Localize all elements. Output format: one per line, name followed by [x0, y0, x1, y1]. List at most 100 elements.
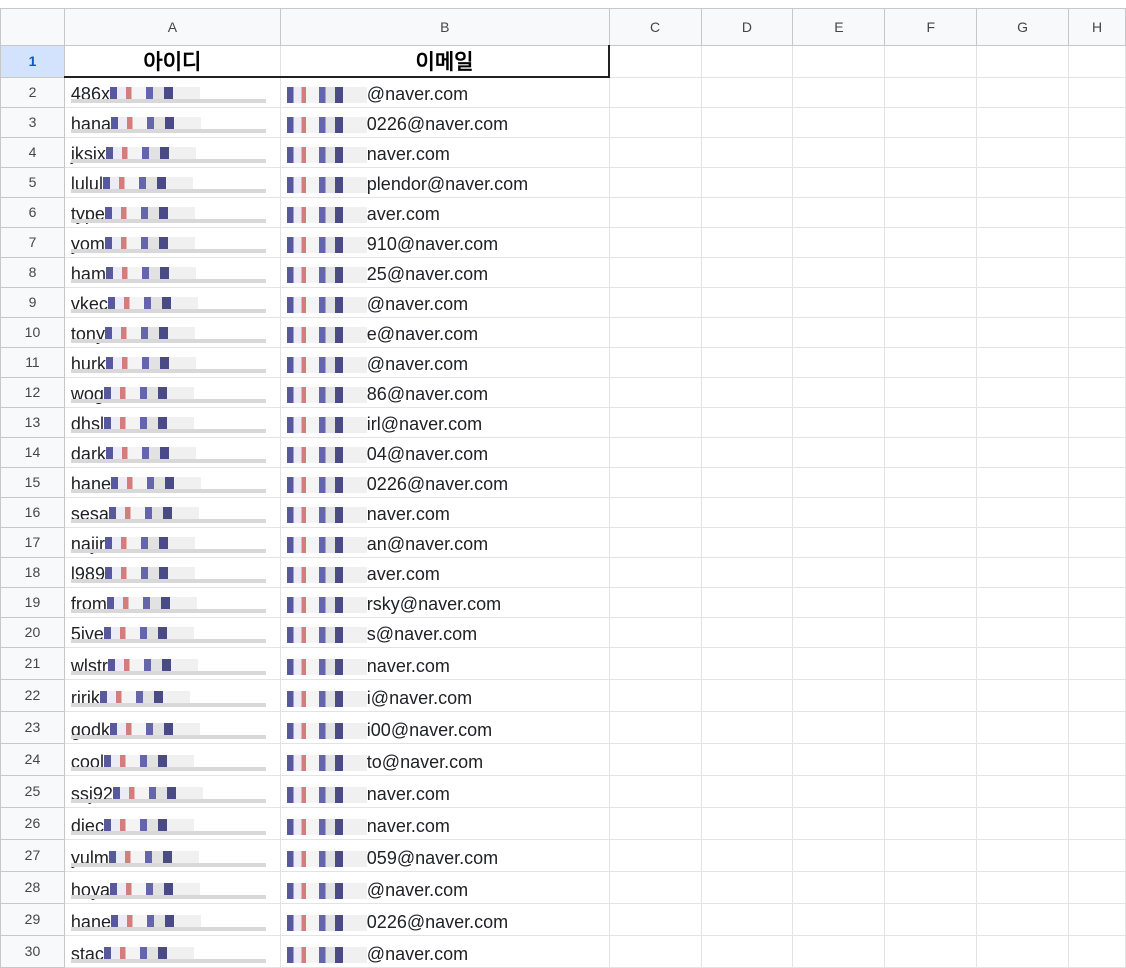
cell[interactable]	[976, 76, 1070, 108]
cell[interactable]	[608, 586, 702, 618]
id-cell[interactable]: hurk	[63, 346, 281, 378]
cell[interactable]	[1068, 586, 1126, 618]
id-cell[interactable]: cool	[63, 742, 281, 776]
row-header[interactable]: 26	[0, 806, 65, 840]
cell[interactable]	[976, 646, 1070, 680]
cell[interactable]	[608, 466, 702, 498]
id-cell[interactable]: dhsl	[63, 406, 281, 438]
cell[interactable]	[1068, 838, 1126, 872]
id-cell[interactable]: stac	[63, 934, 281, 968]
cell[interactable]	[700, 526, 794, 558]
cell[interactable]	[700, 256, 794, 288]
email-cell[interactable]: aver.com	[279, 556, 610, 588]
cell[interactable]	[1068, 556, 1126, 588]
cell[interactable]	[700, 286, 794, 318]
cell[interactable]	[792, 678, 886, 712]
cell[interactable]	[884, 526, 978, 558]
cell[interactable]	[976, 806, 1070, 840]
column-header-e[interactable]: E	[792, 8, 886, 46]
cell[interactable]	[700, 166, 794, 198]
cell[interactable]	[1068, 376, 1126, 408]
cell[interactable]	[1068, 76, 1126, 108]
cell[interactable]	[608, 256, 702, 288]
cell[interactable]	[976, 710, 1070, 744]
cell[interactable]	[792, 45, 886, 78]
cell[interactable]	[700, 436, 794, 468]
cell[interactable]	[884, 496, 978, 528]
cell[interactable]	[1068, 136, 1126, 168]
cell[interactable]	[608, 774, 702, 808]
cell[interactable]	[608, 106, 702, 138]
cell[interactable]	[976, 496, 1070, 528]
row-header[interactable]: 15	[0, 466, 65, 498]
id-cell[interactable]: hoya	[63, 870, 281, 904]
row-header[interactable]: 12	[0, 376, 65, 408]
column-header-b[interactable]: B	[279, 8, 610, 46]
cell[interactable]	[700, 556, 794, 588]
cell[interactable]	[700, 586, 794, 618]
cell[interactable]	[1068, 286, 1126, 318]
cell[interactable]	[1068, 406, 1126, 438]
row-header[interactable]: 29	[0, 902, 65, 936]
email-cell[interactable]: s@naver.com	[279, 616, 610, 648]
cell[interactable]	[1068, 774, 1126, 808]
row-header[interactable]: 18	[0, 556, 65, 588]
email-cell[interactable]: e@naver.com	[279, 316, 610, 348]
cell[interactable]	[1068, 806, 1126, 840]
cell[interactable]	[884, 774, 978, 808]
cell[interactable]	[608, 556, 702, 588]
cell[interactable]	[608, 678, 702, 712]
cell[interactable]	[608, 376, 702, 408]
cell[interactable]	[700, 196, 794, 228]
cell[interactable]	[884, 106, 978, 138]
cell[interactable]	[700, 616, 794, 648]
column-header-c[interactable]: C	[608, 8, 702, 46]
id-cell[interactable]: sesa	[63, 496, 281, 528]
id-cell[interactable]: ssj92	[63, 774, 281, 808]
cell[interactable]	[1068, 196, 1126, 228]
row-header[interactable]: 8	[0, 256, 65, 288]
cell[interactable]	[976, 678, 1070, 712]
cell[interactable]	[608, 870, 702, 904]
cell[interactable]	[884, 45, 978, 78]
cell[interactable]	[976, 870, 1070, 904]
cell[interactable]	[792, 616, 886, 648]
row-header[interactable]: 13	[0, 406, 65, 438]
cell[interactable]	[792, 742, 886, 776]
cell[interactable]	[608, 346, 702, 378]
cell[interactable]	[884, 136, 978, 168]
cell[interactable]	[1068, 106, 1126, 138]
cell[interactable]	[700, 678, 794, 712]
cell[interactable]	[792, 496, 886, 528]
cell[interactable]	[976, 436, 1070, 468]
cell[interactable]	[884, 806, 978, 840]
cell[interactable]	[884, 934, 978, 968]
cell[interactable]	[792, 76, 886, 108]
cell[interactable]	[976, 106, 1070, 138]
cell[interactable]	[700, 870, 794, 904]
cell[interactable]	[608, 316, 702, 348]
column-header-g[interactable]: G	[976, 8, 1070, 46]
cell[interactable]	[700, 76, 794, 108]
cell[interactable]	[792, 256, 886, 288]
row-header[interactable]: 3	[0, 106, 65, 138]
row-header[interactable]: 9	[0, 286, 65, 318]
cell[interactable]	[884, 556, 978, 588]
cell[interactable]	[884, 286, 978, 318]
row-header[interactable]: 23	[0, 710, 65, 744]
id-cell[interactable]: yulm	[63, 838, 281, 872]
row-header[interactable]: 21	[0, 646, 65, 680]
cell[interactable]	[608, 45, 702, 78]
id-cell[interactable]: ririk	[63, 678, 281, 712]
cell[interactable]	[976, 256, 1070, 288]
cell[interactable]	[608, 76, 702, 108]
cell[interactable]	[976, 526, 1070, 558]
cell[interactable]	[976, 136, 1070, 168]
email-cell[interactable]: i00@naver.com	[279, 710, 610, 744]
email-cell[interactable]: irl@naver.com	[279, 406, 610, 438]
cell[interactable]	[700, 466, 794, 498]
id-cell[interactable]: godk	[63, 710, 281, 744]
cell[interactable]	[700, 346, 794, 378]
cell[interactable]	[700, 902, 794, 936]
cell[interactable]	[608, 196, 702, 228]
